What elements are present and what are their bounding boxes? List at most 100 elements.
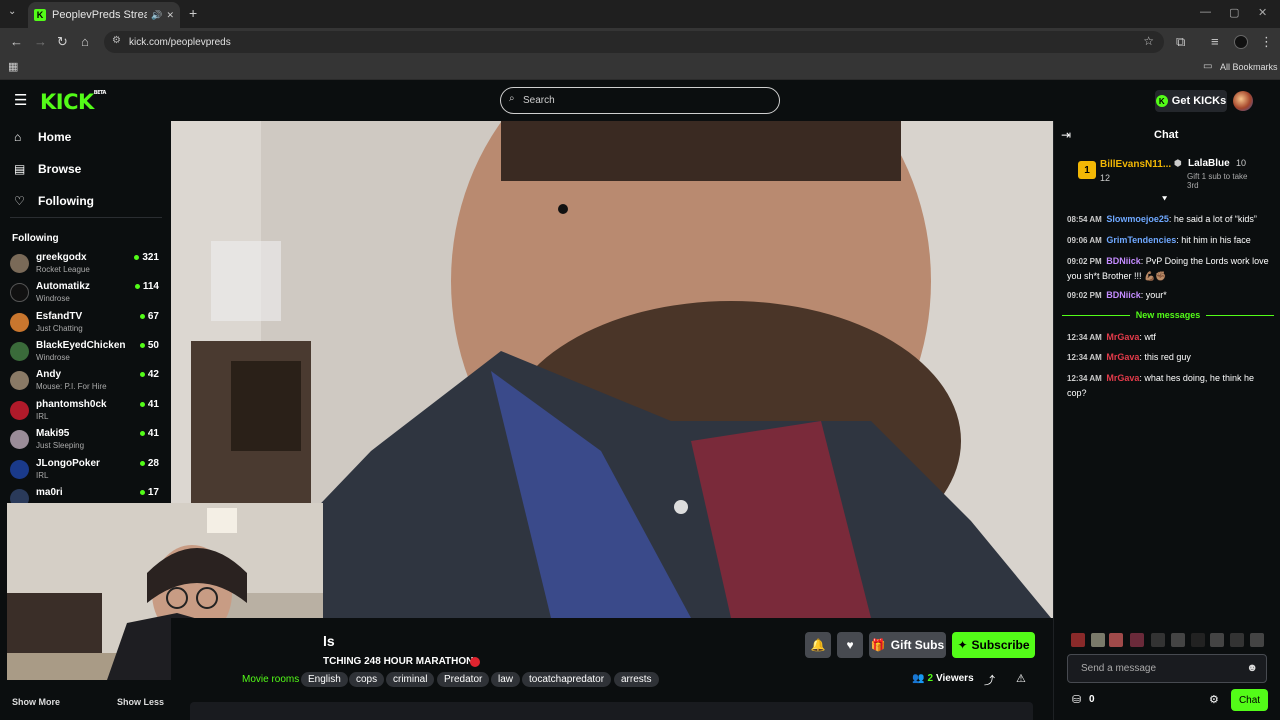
tag[interactable]: law — [491, 672, 521, 687]
extensions-icon[interactable]: ⧉ — [1176, 34, 1185, 50]
media-control-icon[interactable]: ≡ — [1211, 34, 1219, 49]
followed-channel[interactable]: phantomsh0ck IRL 41 — [10, 397, 162, 425]
all-bookmarks-link[interactable]: All Bookmarks — [1220, 62, 1278, 72]
tag[interactable]: tocatchapredator — [522, 672, 612, 687]
bookmark-star-icon[interactable]: ☆ — [1143, 34, 1154, 48]
speaker-icon[interactable]: 🔊 — [151, 10, 162, 21]
gift-subs-button[interactable]: 🎁 Gift Subs — [869, 632, 946, 658]
new-tab-icon[interactable]: + — [189, 5, 197, 21]
followed-channel[interactable]: Andy Mouse: P.I. For Hire 42 — [10, 367, 162, 395]
search-input[interactable]: ⌕ Search — [500, 87, 780, 114]
followed-channel[interactable]: EsfandTV Just Chatting 67 — [10, 309, 162, 337]
followed-channel[interactable]: greekgodx Rocket League 321 — [10, 250, 162, 278]
nav-browse[interactable]: ▤ Browse — [14, 162, 81, 176]
collapse-chat-icon[interactable]: ⇥ — [1061, 128, 1071, 142]
channel-category: Just Chatting — [36, 324, 83, 333]
channel-category: IRL — [36, 412, 49, 421]
followed-channel[interactable]: JLongoPoker IRL 28 — [10, 456, 162, 484]
hexagon-icon: ⬢ — [1174, 158, 1182, 168]
category-link[interactable]: Movie rooms — [242, 674, 299, 685]
chat-title: Chat — [1154, 129, 1179, 141]
tag[interactable]: cops — [349, 672, 385, 687]
browser-menu-icon[interactable]: ⋮ — [1260, 34, 1273, 50]
browser-tab[interactable]: K PeoplevPreds Stream - Watch 🔊 ✕ — [28, 2, 180, 28]
emoji-icon[interactable]: ☻ — [1246, 662, 1258, 674]
channel-avatar — [10, 460, 29, 479]
get-kicks-button[interactable]: K Get KICKs — [1155, 90, 1227, 112]
nav-following-label: Following — [38, 194, 94, 208]
emote-icon[interactable] — [1230, 633, 1244, 647]
channel-avatar — [10, 254, 29, 273]
message-user[interactable]: Slowmoejoe25 — [1106, 214, 1169, 224]
close-tab-icon[interactable]: ✕ — [166, 10, 174, 21]
tag[interactable]: English — [301, 672, 348, 687]
follow-button[interactable]: ♥ — [837, 632, 863, 658]
leaderboard-second-name: LalaBlue — [1188, 158, 1230, 169]
send-chat-button[interactable]: Chat — [1231, 689, 1268, 711]
profile-icon[interactable] — [1234, 35, 1248, 49]
user-avatar[interactable] — [1233, 91, 1253, 111]
kicks-wallet-icon[interactable]: ⛁ — [1072, 693, 1081, 706]
site-info-icon[interactable]: ⚙ — [112, 35, 121, 46]
tag[interactable]: arrests — [614, 672, 659, 687]
live-dot-icon — [139, 401, 145, 407]
emote-icon[interactable] — [1091, 633, 1105, 647]
tag[interactable]: Predator — [437, 672, 490, 687]
folder-icon: ▭ — [1203, 61, 1213, 72]
followed-channel[interactable]: Maki95 Just Sleeping 41 — [10, 426, 162, 454]
viewer-count: 50 — [139, 340, 159, 351]
url-field[interactable]: ⚙ kick.com/peoplevpreds ☆ — [104, 31, 1164, 53]
emote-icon[interactable] — [1171, 633, 1185, 647]
forward-icon[interactable]: → — [34, 34, 47, 49]
channel-category: Mouse: P.I. For Hire — [36, 382, 107, 391]
chat-settings-icon[interactable]: ⚙ — [1209, 693, 1219, 706]
tab-search-icon[interactable]: ⌄ — [8, 6, 16, 17]
back-icon[interactable]: ← — [10, 34, 23, 49]
channel-avatar — [10, 371, 29, 390]
emote-icon[interactable] — [1071, 633, 1085, 647]
home-icon: ⌂ — [14, 130, 22, 144]
channel-category: Just Sleeping — [36, 441, 85, 450]
report-icon[interactable]: ⚠ — [1016, 672, 1026, 685]
minimize-icon[interactable]: — — [1200, 6, 1211, 18]
followed-channel[interactable]: Automatikz Windrose 114 — [10, 279, 162, 307]
emote-icon[interactable] — [1250, 633, 1264, 647]
nav-home[interactable]: ⌂ Home — [14, 130, 71, 144]
reload-icon[interactable]: ↻ — [57, 34, 68, 50]
nav-following[interactable]: ♡ Following — [14, 194, 94, 208]
message-user[interactable]: BDNiick — [1106, 256, 1141, 266]
message-user[interactable]: GrimTendencies — [1106, 235, 1176, 245]
close-window-icon[interactable]: ✕ — [1258, 6, 1267, 19]
message-user[interactable]: MrGava — [1106, 373, 1139, 383]
viewer-count: 17 — [139, 487, 159, 498]
chat-message: 09:02 PM BDNiick: your* — [1067, 290, 1167, 300]
get-kicks-label: Get KICKs — [1171, 95, 1227, 107]
message-user[interactable]: MrGava — [1106, 332, 1139, 342]
emote-icon[interactable] — [1210, 633, 1224, 647]
subscribe-button[interactable]: ✦ Subscribe — [952, 632, 1035, 658]
message-user[interactable]: MrGava — [1106, 352, 1139, 362]
viewer-count-value: 321 — [142, 252, 159, 263]
show-more-button[interactable]: Show More — [12, 697, 60, 707]
show-less-button[interactable]: Show Less — [117, 697, 164, 707]
live-dot-icon — [139, 489, 145, 495]
tag[interactable]: criminal — [386, 672, 435, 687]
share-icon[interactable]: ⤴ — [984, 672, 995, 688]
emote-icon[interactable] — [1109, 633, 1123, 647]
live-dot-icon — [139, 371, 145, 377]
message-user[interactable]: BDNiick — [1106, 290, 1141, 300]
hamburger-menu-icon[interactable]: ☰ — [14, 91, 27, 109]
followed-channel[interactable]: BlackEyedChicken Windrose 50 — [10, 338, 162, 366]
kick-logo[interactable]: KICKBETA — [40, 90, 106, 114]
viewer-count-value: 42 — [147, 369, 159, 380]
emote-icon[interactable] — [1130, 633, 1144, 647]
pinned-toggle-icon[interactable]: ⯆ — [1161, 194, 1168, 205]
gift-icon: 🎁 — [870, 638, 886, 652]
home-browser-icon[interactable]: ⌂ — [81, 34, 89, 49]
apps-grid-icon[interactable]: ▦ — [8, 60, 18, 73]
emote-icon[interactable] — [1151, 633, 1165, 647]
notifications-button[interactable]: 🔔 — [805, 632, 831, 658]
chat-message-input[interactable]: Send a message ☻ — [1067, 654, 1267, 683]
emote-icon[interactable] — [1191, 633, 1205, 647]
maximize-icon[interactable]: ▢ — [1229, 6, 1239, 19]
